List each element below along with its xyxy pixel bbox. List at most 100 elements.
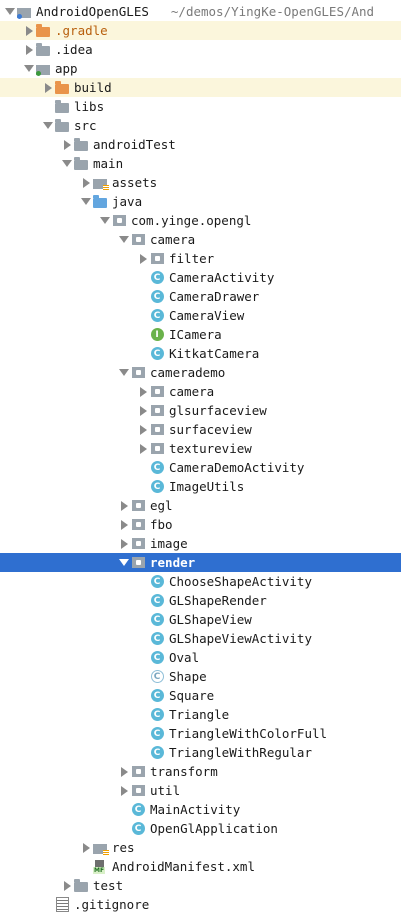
expand-arrow-icon[interactable] bbox=[120, 785, 128, 796]
toggle-arrow[interactable] bbox=[118, 534, 130, 553]
expand-arrow-icon[interactable] bbox=[120, 538, 128, 549]
tree-row-triangle[interactable]: C Triangle bbox=[0, 705, 401, 724]
collapse-arrow-icon[interactable] bbox=[119, 559, 129, 566]
expand-arrow-icon[interactable] bbox=[63, 139, 71, 150]
tree-row-textureview[interactable]: textureview bbox=[0, 439, 401, 458]
expand-arrow-icon[interactable] bbox=[139, 253, 147, 264]
tree-row-image[interactable]: image bbox=[0, 534, 401, 553]
toggle-arrow[interactable] bbox=[80, 838, 92, 857]
expand-arrow-icon[interactable] bbox=[120, 766, 128, 777]
tree-row-camerademoactivity[interactable]: C CameraDemoActivity bbox=[0, 458, 401, 477]
tree-row-egl[interactable]: egl bbox=[0, 496, 401, 515]
tree-row-shape[interactable]: C Shape bbox=[0, 667, 401, 686]
tree-row-glshapeview[interactable]: C GLShapeView bbox=[0, 610, 401, 629]
toggle-arrow[interactable] bbox=[118, 762, 130, 781]
toggle-arrow[interactable] bbox=[137, 401, 149, 420]
tree-row-idea[interactable]: .idea bbox=[0, 40, 401, 59]
tree-row-icamera[interactable]: I ICamera bbox=[0, 325, 401, 344]
toggle-arrow[interactable] bbox=[80, 173, 92, 192]
tree-row-glshaperender[interactable]: C GLShapeRender bbox=[0, 591, 401, 610]
expand-arrow-icon[interactable] bbox=[120, 500, 128, 511]
toggle-arrow[interactable] bbox=[118, 496, 130, 515]
tree-row-camera[interactable]: camera bbox=[0, 230, 401, 249]
tree-row-app[interactable]: app bbox=[0, 59, 401, 78]
collapse-arrow-icon[interactable] bbox=[119, 236, 129, 243]
toggle-arrow[interactable] bbox=[42, 78, 54, 97]
expand-arrow-icon[interactable] bbox=[120, 519, 128, 530]
collapse-arrow-icon[interactable] bbox=[100, 217, 110, 224]
tree-row-libs[interactable]: libs bbox=[0, 97, 401, 116]
collapse-arrow-icon[interactable] bbox=[81, 198, 91, 205]
tree-row-mainactivity[interactable]: C MainActivity bbox=[0, 800, 401, 819]
expand-arrow-icon[interactable] bbox=[82, 177, 90, 188]
toggle-arrow[interactable] bbox=[118, 515, 130, 534]
toggle-arrow[interactable] bbox=[118, 553, 130, 572]
expand-arrow-icon[interactable] bbox=[139, 424, 147, 435]
tree-row-cameraactivity[interactable]: C CameraActivity bbox=[0, 268, 401, 287]
tree-row-res[interactable]: res bbox=[0, 838, 401, 857]
tree-row-trianglewithregular[interactable]: C TriangleWithRegular bbox=[0, 743, 401, 762]
tree-row-main[interactable]: main bbox=[0, 154, 401, 173]
expand-arrow-icon[interactable] bbox=[139, 405, 147, 416]
toggle-arrow[interactable] bbox=[118, 230, 130, 249]
tree-row-src[interactable]: src bbox=[0, 116, 401, 135]
expand-arrow-icon[interactable] bbox=[82, 842, 90, 853]
tree-row-chooseshapeactivity[interactable]: C ChooseShapeActivity bbox=[0, 572, 401, 591]
tree-row-androidmanifest-xml[interactable]: AndroidManifest.xml bbox=[0, 857, 401, 876]
toggle-arrow[interactable] bbox=[118, 363, 130, 382]
tree-row-util[interactable]: util bbox=[0, 781, 401, 800]
toggle-arrow[interactable] bbox=[61, 154, 73, 173]
tree-row-fbo[interactable]: fbo bbox=[0, 515, 401, 534]
tree-row-imageutils[interactable]: C ImageUtils bbox=[0, 477, 401, 496]
tree-row-test[interactable]: test bbox=[0, 876, 401, 895]
tree-row-camerademo[interactable]: camerademo bbox=[0, 363, 401, 382]
tree-row-glsurfaceview[interactable]: glsurfaceview bbox=[0, 401, 401, 420]
tree-row-gradle[interactable]: .gradle bbox=[0, 21, 401, 40]
tree-row-androidtest[interactable]: androidTest bbox=[0, 135, 401, 154]
tree-row-trianglewithcolorfull[interactable]: C TriangleWithColorFull bbox=[0, 724, 401, 743]
expand-arrow-icon[interactable] bbox=[25, 44, 33, 55]
toggle-arrow[interactable] bbox=[80, 192, 92, 211]
collapse-arrow-icon[interactable] bbox=[24, 65, 34, 72]
tree-row-oval[interactable]: C Oval bbox=[0, 648, 401, 667]
toggle-arrow[interactable] bbox=[4, 2, 16, 21]
tree-row-surfaceview[interactable]: surfaceview bbox=[0, 420, 401, 439]
expand-arrow-icon[interactable] bbox=[139, 443, 147, 454]
toggle-arrow[interactable] bbox=[137, 439, 149, 458]
tree-row-androidopengles[interactable]: AndroidOpenGLES ~/demos/YingKe-OpenGLES/A… bbox=[0, 2, 401, 21]
tree-row-render[interactable]: render bbox=[0, 553, 401, 572]
tree-row-build[interactable]: build bbox=[0, 78, 401, 97]
tree-row-cameradrawer[interactable]: C CameraDrawer bbox=[0, 287, 401, 306]
tree-row-filter[interactable]: filter bbox=[0, 249, 401, 268]
expand-arrow-icon[interactable] bbox=[25, 25, 33, 36]
toggle-arrow[interactable] bbox=[23, 59, 35, 78]
tree-row-assets[interactable]: assets bbox=[0, 173, 401, 192]
toggle-arrow[interactable] bbox=[42, 116, 54, 135]
tree-row-square[interactable]: C Square bbox=[0, 686, 401, 705]
collapse-arrow-icon[interactable] bbox=[43, 122, 53, 129]
tree-row-camera[interactable]: camera bbox=[0, 382, 401, 401]
toggle-arrow[interactable] bbox=[23, 40, 35, 59]
expand-arrow-icon[interactable] bbox=[44, 82, 52, 93]
toggle-arrow[interactable] bbox=[137, 420, 149, 439]
toggle-arrow[interactable] bbox=[137, 382, 149, 401]
toggle-arrow[interactable] bbox=[61, 135, 73, 154]
expand-arrow-icon[interactable] bbox=[139, 386, 147, 397]
tree-row-gitignore[interactable]: .gitignore bbox=[0, 895, 401, 914]
tree-row-com-yinge-opengl[interactable]: com.yinge.opengl bbox=[0, 211, 401, 230]
tree-row-cameraview[interactable]: C CameraView bbox=[0, 306, 401, 325]
tree-row-transform[interactable]: transform bbox=[0, 762, 401, 781]
toggle-arrow[interactable] bbox=[99, 211, 111, 230]
toggle-arrow[interactable] bbox=[23, 21, 35, 40]
tree-row-openglapplication[interactable]: C OpenGlApplication bbox=[0, 819, 401, 838]
expand-arrow-icon[interactable] bbox=[63, 880, 71, 891]
tree-row-java[interactable]: java bbox=[0, 192, 401, 211]
collapse-arrow-icon[interactable] bbox=[119, 369, 129, 376]
tree-row-glshapeviewactivity[interactable]: C GLShapeViewActivity bbox=[0, 629, 401, 648]
collapse-arrow-icon[interactable] bbox=[62, 160, 72, 167]
toggle-arrow[interactable] bbox=[118, 781, 130, 800]
toggle-arrow[interactable] bbox=[61, 876, 73, 895]
collapse-arrow-icon[interactable] bbox=[5, 8, 15, 15]
tree-row-kitkatcamera[interactable]: C KitkatCamera bbox=[0, 344, 401, 363]
toggle-arrow[interactable] bbox=[137, 249, 149, 268]
